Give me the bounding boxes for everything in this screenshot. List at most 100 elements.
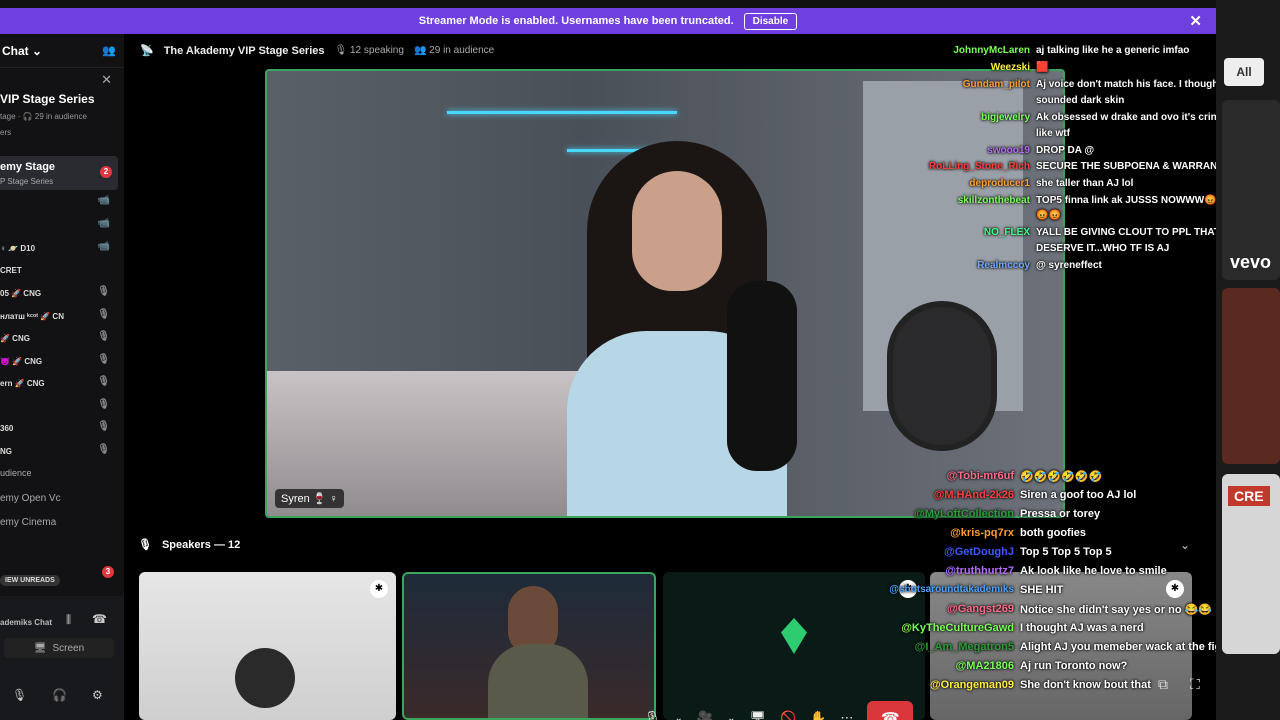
- sidebar-row[interactable]: 360 🎙: [0, 420, 118, 436]
- chat-text: SECURE THE SUBPOENA & WARRANTS: [1036, 161, 1231, 172]
- video-thumbnail[interactable]: CRE: [1222, 474, 1280, 654]
- sidebar-row[interactable]: 📹: [0, 194, 118, 210]
- camera-icon: 📹: [97, 195, 110, 206]
- unread-badge: 3: [102, 566, 114, 578]
- chat-username: JohnnyMcLaren: [953, 45, 1030, 56]
- chat-message: RoLLing_Stone_Rich SECURE THE SUBPOENA & …: [900, 161, 1230, 172]
- chat-message: @Gangst269 Notice she didn't say yes or n…: [860, 603, 1212, 616]
- chat-username: swooo19: [987, 145, 1030, 156]
- fullscreen-icon[interactable]: ⛶: [1190, 676, 1200, 693]
- more-options-icon[interactable]: ⋯: [840, 710, 853, 720]
- chat-text: Siren a goof too AJ lol: [1020, 489, 1137, 501]
- chat-text: like wtf: [1036, 128, 1070, 139]
- mic-muted-icon: 🎙: [97, 286, 110, 297]
- sidebar-row[interactable]: NG 🎙: [0, 443, 118, 459]
- chat-text: Notice she didn't say yes or no 😂😂: [1020, 604, 1212, 616]
- speaker-tile[interactable]: [402, 572, 656, 720]
- disconnect-icon[interactable]: ☎: [92, 612, 107, 626]
- banner-text: Streamer Mode is enabled. Usernames have…: [418, 15, 734, 27]
- video-thumbnail[interactable]: vevo: [1222, 100, 1280, 280]
- mic-icon: 🎙: [138, 539, 152, 551]
- chat-message: Gundam_pilot Aj voice don't match his fac…: [900, 79, 1236, 90]
- end-call-button[interactable]: ☎: [867, 701, 914, 720]
- sidebar-row[interactable]: ♀ 🪐 D10 📹: [0, 240, 118, 256]
- row-label: ern 🚀 CNG: [0, 378, 45, 388]
- new-unreads-button[interactable]: IEW UNREADS: [0, 575, 60, 586]
- sidebar-item-stage[interactable]: emy Stage P Stage Series 2: [0, 156, 118, 190]
- chat-text: TOP5 finna link ak JUSSS NOWWW😡😡😡: [1036, 195, 1242, 206]
- screen-icon: 🖥: [33, 642, 47, 654]
- close-banner-icon[interactable]: ✕: [1189, 12, 1202, 30]
- camera-icon: 📹: [97, 218, 110, 229]
- add-member-icon[interactable]: 👥: [102, 44, 116, 57]
- filter-all-chip[interactable]: All: [1224, 58, 1264, 86]
- top-strip: [0, 0, 1280, 8]
- chat-username: NO_FLEX: [983, 227, 1030, 238]
- chat-message: @kris-pq7rx both goofies: [860, 527, 1086, 539]
- camera-icon[interactable]: 🎥: [697, 710, 713, 720]
- chat-text: 😡😡: [1036, 210, 1061, 221]
- sidebar-row[interactable]: CRET: [0, 262, 118, 278]
- speaker-tile[interactable]: ✱: [139, 572, 396, 720]
- sidebar-row[interactable]: нлатш ᵏᶜᵒᵗ 🚀 CN 🎙: [0, 308, 118, 324]
- sidebar-row[interactable]: 🎙: [0, 398, 118, 414]
- sidebar-row[interactable]: 05 🚀 CNG 🎙: [0, 285, 118, 301]
- chat-text: Top 5 Top 5 Top 5: [1020, 546, 1112, 558]
- share-screen-icon[interactable]: 🖥: [749, 710, 766, 720]
- mic-muted-icon: 🎙: [97, 399, 110, 410]
- sidebar-row[interactable]: 🚀 CNG 🎙: [0, 330, 118, 346]
- chat-message: bigjewelry Ak obsessed w drake and ovo it…: [900, 112, 1246, 123]
- channel-open-vc[interactable]: emy Open Vc: [0, 493, 61, 504]
- mic-icon[interactable]: 🎙: [644, 710, 661, 720]
- disable-streamer-mode-button[interactable]: Disable: [743, 12, 798, 30]
- pop-out-icon[interactable]: ⧉: [1158, 676, 1168, 693]
- chat-message: @M.HAnd-2k26 Siren a goof too AJ lol: [860, 489, 1137, 501]
- stage-title: The Akademy VIP Stage Series: [163, 44, 325, 57]
- close-event-icon[interactable]: ✕: [101, 72, 112, 88]
- row-label: NG: [0, 446, 12, 456]
- chat-message: Realmccoy @ syreneffect: [900, 260, 1102, 271]
- camera-options-chevron-icon[interactable]: ⌄: [727, 713, 735, 720]
- chat-text: I thought AJ was a nerd: [1020, 622, 1144, 634]
- channel-cinema[interactable]: emy Cinema: [0, 517, 56, 528]
- sidebar-row[interactable]: 📹: [0, 217, 118, 233]
- raise-hand-icon[interactable]: ✋: [810, 710, 826, 720]
- sidebar-header[interactable]: Chat ⌄ 👥: [0, 34, 124, 68]
- headset-icon[interactable]: 🎧: [52, 688, 67, 702]
- chat-message: @Orangeman09 She don't know bout that: [860, 679, 1151, 691]
- chat-text: Ak look like he love to smile: [1020, 565, 1167, 577]
- speaking-count: 🎙 12 speaking: [334, 45, 404, 56]
- mic-muted-icon: 🎙: [97, 376, 110, 387]
- mute-mic-icon[interactable]: 🚫: [780, 710, 796, 720]
- voice-panel: ademiks Chat ⫼ ☎ 🖥 Screen 🎙 🎧 ⚙: [0, 596, 124, 720]
- server-name: Chat: [2, 43, 29, 58]
- chat-message: skillzonthebeat TOP5 finna link ak JUSSS …: [900, 195, 1242, 206]
- video-thumbnail[interactable]: [1222, 288, 1280, 464]
- speaker-figure: [235, 648, 295, 708]
- chat-message: @GetDoughJ Top 5 Top 5 Top 5: [860, 546, 1112, 558]
- chat-text: 🟥: [1036, 62, 1049, 73]
- video-nametag: Syren 🍷 ♀: [275, 489, 344, 508]
- sidebar-row[interactable]: ern 🚀 CNG 🎙: [0, 375, 118, 391]
- chat-text: She don't know bout that: [1020, 679, 1151, 691]
- row-label: ♀ 🪐 D10: [0, 243, 36, 253]
- chat-text: sounded dark skin: [1036, 95, 1125, 106]
- chat-username: Realmccoy: [977, 260, 1030, 271]
- speakers-header: 🎙 Speakers — 12: [138, 538, 240, 552]
- chat-username: deproducer1: [969, 178, 1030, 189]
- chat-overlay-bottom: @Tobi-mr6uf 🤣🤣🤣🤣🤣🤣 @M.HAnd-2k26 Siren a go…: [860, 470, 1231, 696]
- row-label: 😈 🚀 CNG: [0, 356, 43, 366]
- screen-share-button[interactable]: 🖥 Screen: [4, 638, 114, 658]
- pin-icon[interactable]: ✱: [370, 580, 388, 598]
- mic-icon[interactable]: 🎙: [12, 688, 27, 702]
- row-label: 🚀 CNG: [0, 333, 30, 343]
- chat-message: @shotsaroundtakademiks SHE HIT: [860, 584, 1063, 596]
- led-strip: [447, 111, 677, 114]
- chat-message: @KyTheCultureGawd I thought AJ was a nerd: [860, 622, 1144, 634]
- noise-suppression-icon[interactable]: ⫼: [66, 614, 71, 627]
- sidebar-row[interactable]: 😈 🚀 CNG 🎙: [0, 353, 118, 369]
- gear-icon[interactable]: ⚙: [92, 688, 103, 702]
- mic-options-chevron-icon[interactable]: ⌄: [675, 713, 683, 720]
- screen-label: Screen: [52, 642, 85, 654]
- mic-muted-icon: 🎙: [97, 354, 110, 365]
